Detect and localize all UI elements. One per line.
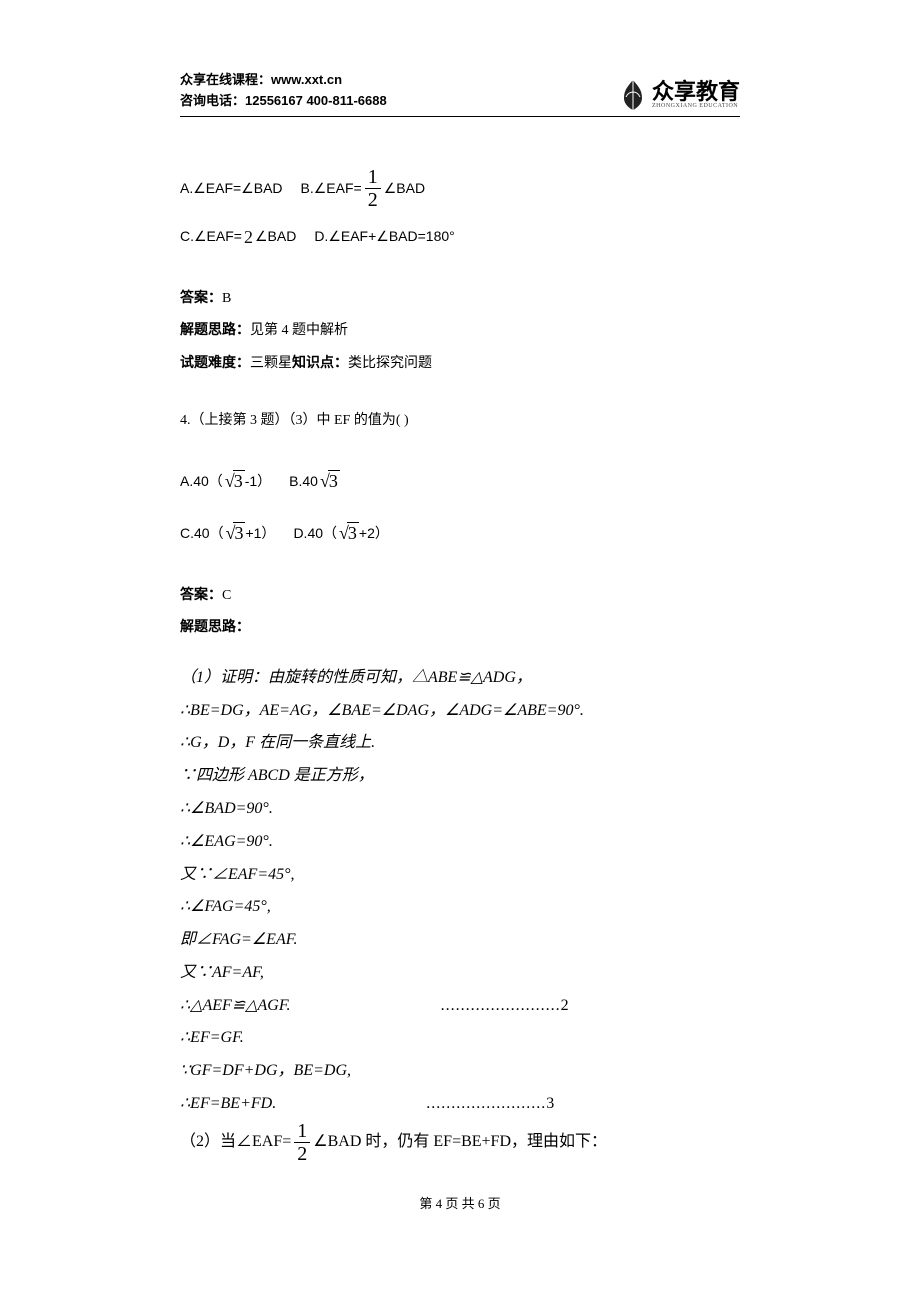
sqrt-icon: 3 — [223, 464, 245, 498]
leaf-icon — [618, 78, 648, 112]
exponent-2: 2 — [244, 220, 253, 254]
q3-options-row1: A.∠EAF=∠BAD B.∠EAF= 1 2 ∠BAD — [180, 167, 740, 210]
proof-line-8: ∴∠FAG=45°, — [180, 891, 740, 924]
proof-line-14: ∴EF=BE+FD.........................3 — [180, 1088, 740, 1121]
proof-line-4: ∵四边形 ABCD 是正方形， — [180, 760, 740, 793]
logo-text: 众享教育 — [652, 81, 740, 103]
proof-line-11: ∴△AEF≌△AGF.........................2 — [180, 990, 740, 1023]
q3-answer-line: 答案：B — [180, 284, 740, 313]
q4c-pre: C.40（ — [180, 520, 224, 547]
frac-den: 2 — [368, 189, 378, 210]
q3-option-c: C.∠EAF= 2 ∠BAD — [180, 220, 296, 254]
radicand: 3 — [347, 522, 359, 543]
q4-option-c: C.40（ 3 +1） — [180, 516, 275, 550]
p15-pre: （2）当∠EAF= — [180, 1133, 291, 1150]
content-body: A.∠EAF=∠BAD B.∠EAF= 1 2 ∠BAD C.∠EAF= 2 ∠… — [180, 167, 740, 1164]
q4d-post: +2） — [359, 520, 389, 547]
header-info: 众享在线课程：www.xxt.cn 咨询电话：12556167 400-811-… — [180, 70, 387, 112]
route-label: 解题思路： — [180, 618, 250, 634]
q3-answer-block: 答案：B 解题思路：见第 4 题中解析 试题难度：三颗星知识点：类比探究问题 — [180, 284, 740, 378]
opt-c-pre: C.∠EAF= — [180, 223, 242, 250]
logo-subtext: ZHONGXIANG EDUCATION — [652, 103, 740, 109]
q4-answer-block: 答案：C 解题思路： — [180, 581, 740, 642]
fraction-icon: 12 — [294, 1121, 310, 1164]
proof-line-2: ∴BE=DG，AE=AG，∠BAE=∠DAG，∠ADG=∠ABE=90°. — [180, 695, 740, 728]
proof-line-5: ∴∠BAD=90°. — [180, 793, 740, 826]
opt-b-post: ∠BAD — [384, 175, 425, 202]
brand-logo: 众享教育 ZHONGXIANG EDUCATION — [618, 78, 740, 112]
q4-answer-line: 答案：C — [180, 581, 740, 610]
q4a-pre: A.40（ — [180, 468, 223, 495]
proof-line-12: ∴EF=GF. — [180, 1022, 740, 1055]
q4-answer-value: C — [222, 588, 231, 603]
page-header: 众享在线课程：www.xxt.cn 咨询电话：12556167 400-811-… — [180, 70, 740, 117]
opt-c-post: ∠BAD — [255, 223, 296, 250]
frac-den: 2 — [297, 1143, 307, 1164]
q3-option-b: B.∠EAF= 1 2 ∠BAD — [301, 167, 426, 210]
sqrt-icon: 3 — [318, 464, 340, 498]
q4b-pre: B.40 — [289, 468, 318, 495]
q3-option-a: A.∠EAF=∠BAD — [180, 175, 283, 202]
p15-post: ∠BAD 时，仍有 EF=BE+FD，理由如下： — [313, 1133, 607, 1150]
radicand: 3 — [328, 470, 340, 491]
route-label: 解题思路： — [180, 321, 250, 337]
q4d-pre: D.40（ — [293, 520, 337, 547]
proof-line-13: ∵GF=DF+DG，BE=DG, — [180, 1055, 740, 1088]
proof-line-7: 又∵∠EAF=45°, — [180, 859, 740, 892]
q4-option-d: D.40（ 3 +2） — [293, 516, 388, 550]
header-line-1: 众享在线课程：www.xxt.cn — [180, 70, 387, 91]
knowledge-label: 知识点： — [292, 354, 348, 370]
proof-line-15: （2）当∠EAF=12∠BAD 时，仍有 EF=BE+FD，理由如下： — [180, 1121, 740, 1164]
answer-label: 答案： — [180, 289, 222, 305]
opt-b-pre: B.∠EAF= — [301, 175, 362, 202]
q3-options-row2: C.∠EAF= 2 ∠BAD D.∠EAF+∠BAD=180° — [180, 220, 740, 254]
proof-line-1: （1）证明：由旋转的性质可知，△ABE≌△ADG， — [180, 662, 740, 695]
q4-options-row2: C.40（ 3 +1） D.40（ 3 +2） — [180, 516, 740, 550]
sqrt-icon: 3 — [224, 516, 246, 550]
page-footer: 第 4 页 共 6 页 — [0, 1193, 920, 1212]
q4c-post: +1） — [245, 520, 275, 547]
q3-diff-line: 试题难度：三颗星知识点：类比探究问题 — [180, 349, 740, 378]
q4-option-a: A.40（ 3 -1） — [180, 464, 271, 498]
frac-num: 1 — [294, 1121, 310, 1143]
fraction-icon: 1 2 — [365, 167, 381, 210]
frac-num: 1 — [365, 167, 381, 189]
proof-line-3: ∴G，D，F 在同一条直线上. — [180, 727, 740, 760]
answer-label: 答案： — [180, 586, 222, 602]
q3-diff-text: 三颗星 — [250, 356, 292, 371]
q4-route-line: 解题思路： — [180, 613, 740, 642]
proof-line-9: 即∠FAG=∠EAF. — [180, 924, 740, 957]
q3-route-text: 见第 4 题中解析 — [250, 323, 348, 338]
proof-line-6: ∴∠EAG=90°. — [180, 826, 740, 859]
proof-body: （1）证明：由旋转的性质可知，△ABE≌△ADG， ∴BE=DG，AE=AG，∠… — [180, 662, 740, 1164]
q4a-post: -1） — [245, 468, 271, 495]
q4-options-row1: A.40（ 3 -1） B.40 3 — [180, 464, 740, 498]
header-line-2: 咨询电话：12556167 400-811-6688 — [180, 91, 387, 112]
q3-kp-text: 类比探究问题 — [348, 356, 432, 371]
radicand: 3 — [233, 470, 245, 491]
q4-stem: 4.（上接第 3 题）（3）中 EF 的值为( ) — [180, 408, 740, 435]
q4-block: 4.（上接第 3 题）（3）中 EF 的值为( ) — [180, 408, 740, 435]
q3-option-d: D.∠EAF+∠BAD=180° — [314, 223, 454, 250]
q3-answer-value: B — [222, 291, 231, 306]
sqrt-icon: 3 — [337, 516, 359, 550]
q4-option-b: B.40 3 — [289, 464, 340, 498]
proof-line-10: 又∵AF=AF, — [180, 957, 740, 990]
q3-route-line: 解题思路：见第 4 题中解析 — [180, 316, 740, 345]
radicand: 3 — [233, 522, 245, 543]
difficulty-label: 试题难度： — [180, 354, 250, 370]
dotted-leader: ........................2 — [441, 997, 570, 1014]
dotted-leader: ........................3 — [426, 1095, 555, 1112]
